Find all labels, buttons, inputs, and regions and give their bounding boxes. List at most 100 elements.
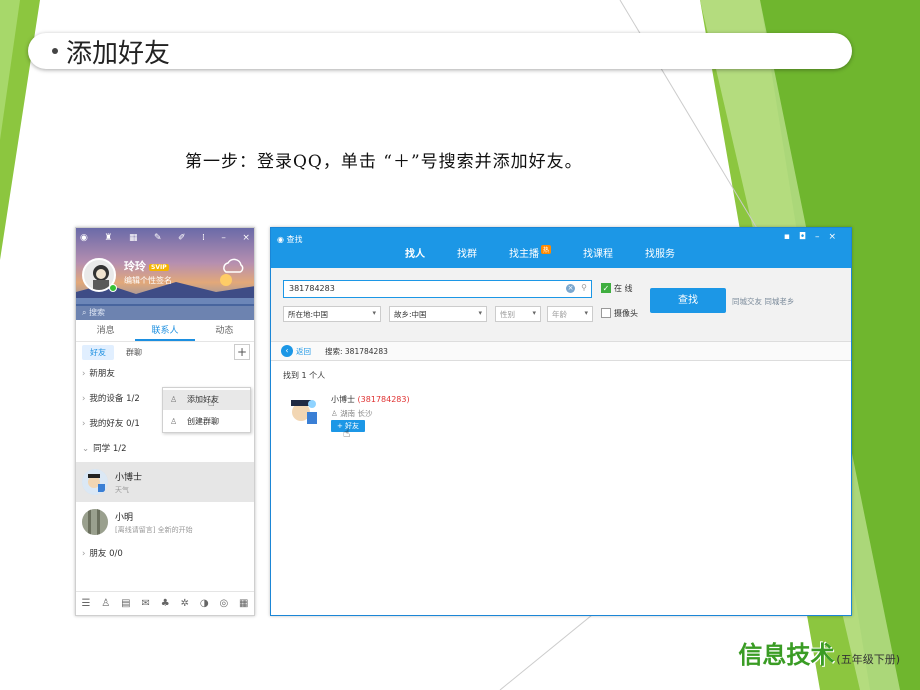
file-icon[interactable]: ▤ — [121, 598, 130, 609]
search-icon: ⌕ — [82, 308, 90, 317]
hometown-select[interactable]: 故乡:中国 ▾ — [389, 306, 487, 322]
chevron-down-icon: ▾ — [532, 309, 536, 317]
group-icon: ♙ — [170, 417, 178, 426]
skin-icon[interactable]: ♜ — [104, 233, 112, 243]
tab-find-streamers[interactable]: 找主播热 — [509, 245, 552, 260]
search-bar[interactable]: ⌕ 搜索 — [76, 304, 254, 320]
settings-icon[interactable]: ◘ — [799, 232, 815, 242]
logo-subtitle: (五年级下册) — [836, 653, 900, 666]
find-window: ◉ 查找 ▪◘–× 找人 找群 找主播热 找课程 找服务 381784283 × ⚲… — [270, 227, 852, 616]
game-icon[interactable]: ♣ — [161, 598, 170, 609]
user-name[interactable]: 玲玲 — [124, 260, 146, 273]
contact-name: 小明 — [115, 512, 134, 523]
back-link[interactable]: 返回 — [296, 346, 311, 357]
find-tabs: 找人 找群 找主播热 找课程 找服务 — [405, 245, 707, 260]
result-location-row: ♙ 湖南 长沙 — [331, 408, 373, 419]
age-select[interactable]: 年龄 ▾ — [547, 306, 593, 322]
clear-icon[interactable]: × — [566, 284, 575, 293]
contact-name: 小博士 — [115, 472, 143, 483]
brush-icon[interactable]: ✎ — [154, 233, 162, 243]
apps-grid-icon[interactable]: ⁞ — [202, 233, 205, 243]
qq-top-toolbar: ◉ ♜ ▦ ✎ ✐ ⁞ – × — [80, 233, 250, 243]
online-checkbox[interactable]: ✓ — [601, 283, 611, 293]
menu-item-add-friend[interactable]: ♙ 添加好友 — [163, 390, 250, 410]
close-icon[interactable]: × — [242, 233, 250, 243]
edit-icon[interactable]: ✐ — [178, 233, 186, 243]
menu-icon[interactable]: ☰ — [81, 598, 90, 609]
bullet-dot — [52, 48, 58, 54]
signature[interactable]: 编辑个性签名 — [124, 275, 172, 286]
contact-subtabs: 好友 群聊 + — [76, 342, 254, 362]
slide-title: 添加好友 — [66, 38, 171, 69]
qq-logo-icon[interactable]: ◉ — [80, 233, 88, 243]
add-menu-popup: ♙ 添加好友 ♙ 创建群聊 — [162, 387, 251, 433]
tab-find-people[interactable]: 找人 — [405, 245, 425, 260]
add-contact-icon[interactable]: ♙ — [101, 598, 110, 609]
breadcrumb-query: 搜索: 381784283 — [325, 346, 388, 356]
subtab-friends[interactable]: 好友 — [82, 344, 114, 360]
tab-find-courses[interactable]: 找课程 — [583, 245, 613, 260]
contact-item[interactable]: 小博士 天气 — [76, 462, 254, 502]
minimize-icon[interactable]: – — [221, 233, 226, 243]
group-label: 同学 1/2 — [93, 444, 127, 454]
tab-messages[interactable]: 消息 — [76, 320, 135, 341]
group-classmates[interactable]: ⌄ 同学 1/2 — [76, 437, 254, 462]
qq-profile-header: ◉ ♜ ▦ ✎ ✐ ⁞ – × 玲玲 SVIP 编辑个性签名 — [76, 228, 254, 306]
result-avatar[interactable] — [285, 394, 321, 430]
apps-icon[interactable]: ▦ — [239, 598, 248, 609]
contact-status: 天气 — [115, 485, 129, 494]
group-new-friends[interactable]: › 新朋友 — [76, 362, 254, 387]
slide-title-bar: 添加好友 — [28, 33, 852, 69]
add-button[interactable]: + — [234, 344, 250, 360]
qzone-icon[interactable]: ◎ — [219, 598, 228, 609]
music-icon[interactable]: ◑ — [200, 598, 209, 609]
find-button[interactable]: 查找 — [650, 288, 726, 313]
chevron-down-icon: ▾ — [372, 309, 376, 317]
menu-item-create-group[interactable]: ♙ 创建群聊 — [163, 412, 250, 432]
mail-icon[interactable]: ✉ — [141, 598, 149, 609]
tab-find-groups[interactable]: 找群 — [457, 245, 477, 260]
bag-icon[interactable]: ▦ — [129, 233, 138, 243]
result-name[interactable]: 小博士 — [331, 395, 355, 404]
result-count: 找到 1 个人 — [283, 371, 326, 380]
window-title: ◉ 查找 — [277, 235, 303, 244]
tab-feed[interactable]: 动态 — [195, 320, 254, 341]
subtab-groups[interactable]: 群聊 — [126, 347, 142, 358]
gender-select[interactable]: 性别 ▾ — [495, 306, 541, 322]
contact-item[interactable]: 小明 [离线请留言] 全新的开始 — [76, 502, 254, 542]
chevron-right-icon: › — [82, 394, 86, 404]
weather-icon[interactable] — [220, 256, 246, 276]
mouse-cursor-icon: ☝ — [208, 396, 215, 409]
chevron-down-icon: ▾ — [478, 309, 482, 317]
close-icon[interactable]: × — [828, 232, 845, 242]
tab-contacts[interactable]: 联系人 — [135, 320, 195, 341]
search-query: 381784283 — [289, 284, 335, 293]
find-window-header: ◉ 查找 ▪◘–× 找人 找群 找主播热 找课程 找服务 — [271, 228, 851, 268]
step-instruction: 第一步：登录QQ，单击 “＋”号搜索并添加好友。 — [185, 152, 583, 172]
svip-badge: SVIP — [149, 263, 169, 271]
group-label: 朋友 0/0 — [89, 549, 123, 559]
search-input[interactable]: 381784283 × ⚲ — [283, 280, 592, 298]
feedback-icon[interactable]: ▪ — [784, 232, 799, 242]
user-name-row: 玲玲 SVIP — [124, 258, 169, 274]
location-pin-icon[interactable]: ⚲ — [581, 283, 587, 292]
chevron-right-icon: › — [82, 419, 86, 429]
menu-item-label: 创建群聊 — [187, 417, 219, 426]
group-friends[interactable]: › 朋友 0/0 — [76, 542, 254, 567]
chevron-right-icon: › — [82, 369, 86, 379]
star-icon[interactable]: ✲ — [181, 598, 189, 609]
group-label: 我的设备 1/2 — [89, 394, 140, 404]
back-arrow-icon[interactable]: ‹ — [281, 345, 293, 357]
tab-find-services[interactable]: 找服务 — [645, 245, 675, 260]
bottom-toolbar: ☰ ♙ ▤ ✉ ♣ ✲ ◑ ◎ ▦ — [76, 591, 254, 615]
result-name-row: 小博士 (381784283) — [331, 394, 410, 405]
nearby-links[interactable]: 同城交友 同城老乡 — [732, 296, 794, 307]
camera-label: 摄像头 — [614, 309, 638, 318]
camera-checkbox[interactable] — [601, 308, 611, 318]
qq-main-panel: ◉ ♜ ▦ ✎ ✐ ⁞ – × 玲玲 SVIP 编辑个性签名 ⌕ 搜索 消息 联系… — [75, 227, 255, 616]
location-select[interactable]: 所在地:中国 ▾ — [283, 306, 381, 322]
breadcrumb: ‹ 返回 搜索: 381784283 — [271, 342, 851, 361]
qq-logo-icon: ◉ — [277, 235, 287, 244]
minimize-icon[interactable]: – — [815, 232, 829, 242]
contact-status: [离线请留言] 全新的开始 — [115, 525, 193, 534]
